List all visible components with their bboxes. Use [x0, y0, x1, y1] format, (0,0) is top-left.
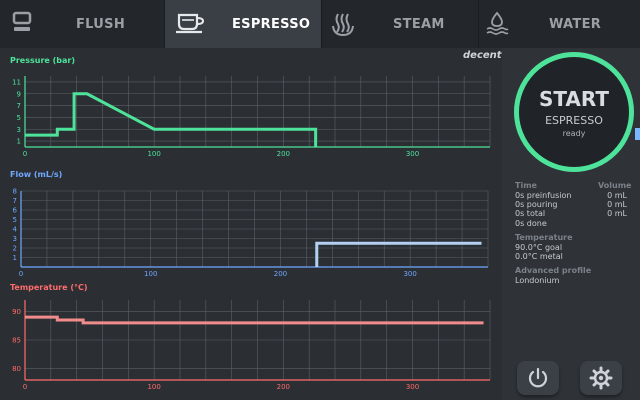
temperature-goal: 90.0°C goal: [515, 243, 563, 252]
tab-water[interactable]: WATER: [479, 0, 640, 48]
flow-y-tick: 7: [13, 197, 17, 205]
flow-y-tick: 5: [13, 216, 17, 224]
pressure-y-tick: 9: [17, 90, 21, 98]
volume-preinfusion: 0 mL: [607, 191, 627, 200]
pressure-x-tick: 0: [23, 150, 27, 158]
temperature-x-tick: 100: [147, 383, 160, 391]
flow-y-tick: 6: [13, 207, 18, 215]
tab-espresso-label: ESPRESSO: [232, 17, 311, 32]
flow-series-line: [315, 241, 482, 267]
temperature-chart: 80 85 90 0 100 200 300: [12, 300, 491, 391]
volume-total: 0 mL: [607, 209, 627, 218]
flow-y-tick: 4: [13, 226, 18, 234]
gear-icon: [589, 366, 613, 390]
tab-espresso[interactable]: ESPRESSO: [165, 0, 322, 48]
pressure-x-tick: 300: [406, 150, 419, 158]
start-mode-label: ESPRESSO: [545, 114, 603, 127]
cup-icon: [176, 13, 205, 34]
flow-x-tick: 0: [19, 270, 23, 278]
tab-flush-label: FLUSH: [76, 17, 125, 32]
tab-flush[interactable]: FLUSH: [0, 0, 165, 48]
pressure-y-tick: 3: [17, 126, 21, 134]
pressure-y-tick: 7: [17, 102, 21, 110]
profile-header: Advanced profile: [515, 266, 592, 275]
power-button[interactable]: [517, 361, 559, 395]
time-header: Time: [515, 181, 537, 190]
pressure-y-tick: 5: [17, 114, 21, 122]
time-preinfusion: 0s preinfusion: [515, 191, 572, 200]
mode-tab-bar: FLUSH ESPRESSO STEAM WATER: [0, 0, 640, 48]
pressure-chart: 1 3 5 7 9 11 0 100 200 300: [12, 76, 491, 158]
temperature-x-tick: 300: [406, 383, 419, 391]
start-label: START: [538, 87, 610, 111]
profile-name: Londonium: [515, 276, 560, 285]
water-icon: [486, 11, 509, 35]
time-total: 0s total: [515, 209, 546, 218]
temperature-y-tick: 80: [12, 365, 21, 373]
steam-icon: [332, 13, 354, 37]
temperature-x-tick: 200: [277, 383, 290, 391]
pressure-chart-title: Pressure (bar): [10, 56, 75, 65]
start-espresso-button[interactable]: START ESPRESSO ready: [514, 52, 634, 172]
flow-x-tick: 200: [274, 270, 287, 278]
flow-y-tick: 8: [13, 188, 17, 196]
temperature-y-tick: 90: [12, 308, 21, 316]
pressure-series-line: [25, 92, 318, 147]
temperature-series-line: [25, 315, 484, 325]
pressure-y-tick: 11: [12, 78, 21, 86]
flow-y-tick: 3: [13, 235, 17, 243]
start-status: ready: [562, 129, 586, 138]
volume-pouring: 0 mL: [607, 200, 627, 209]
time-done: 0s done: [515, 219, 547, 228]
pressure-y-tick: 1: [17, 138, 21, 146]
flow-x-tick: 300: [403, 270, 416, 278]
temperature-header: Temperature: [515, 233, 573, 242]
tab-water-label: WATER: [549, 17, 602, 32]
temperature-metal: 0.0°C metal: [515, 252, 563, 261]
flow-y-tick: 2: [13, 245, 17, 253]
volume-header: Volume: [598, 181, 632, 190]
scroll-indicator[interactable]: [635, 128, 640, 140]
settings-button[interactable]: [580, 361, 622, 395]
pressure-x-tick: 100: [147, 150, 160, 158]
flush-icon: [12, 11, 32, 31]
tab-steam-label: STEAM: [393, 17, 445, 32]
flow-x-tick: 100: [144, 270, 157, 278]
temperature-y-tick: 85: [12, 337, 21, 345]
flow-chart-title: Flow (mL/s): [10, 170, 63, 179]
power-icon: [528, 367, 548, 388]
tab-steam[interactable]: STEAM: [322, 0, 479, 48]
temperature-x-tick: 0: [23, 383, 27, 391]
decent-logo: decent: [463, 50, 502, 61]
time-pouring: 0s pouring: [515, 200, 558, 209]
flow-y-tick: 1: [13, 254, 17, 262]
flow-chart: 12 34 56 78 0 100 200 300: [13, 188, 489, 278]
pressure-x-tick: 200: [277, 150, 290, 158]
